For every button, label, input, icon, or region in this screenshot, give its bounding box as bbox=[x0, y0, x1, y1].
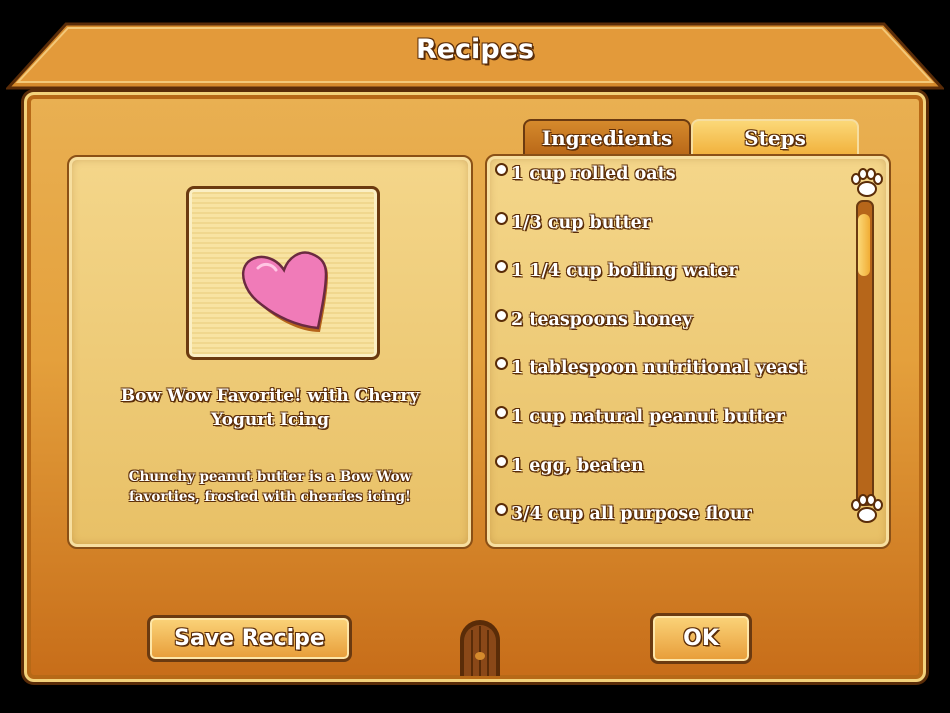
ingredient-text: 3/4 cup all purpose flour bbox=[511, 504, 752, 525]
paw-scroll-down-icon[interactable] bbox=[850, 494, 884, 524]
bullet-icon bbox=[495, 163, 508, 176]
ingredient-text: 1/3 cup butter bbox=[511, 212, 652, 233]
scrollbar-thumb[interactable] bbox=[858, 214, 870, 276]
list-item: 3/4 cup all purpose flour bbox=[495, 500, 845, 549]
list-item: 2 teaspoons honey bbox=[495, 306, 845, 355]
list-item: 1 tablespoon nutritional yeast bbox=[495, 354, 845, 403]
bullet-icon bbox=[495, 503, 508, 517]
save-recipe-button[interactable]: Save Recipe bbox=[147, 615, 352, 662]
bullet-icon bbox=[495, 405, 508, 419]
dog-door-icon bbox=[460, 620, 500, 676]
recipe-description: Chunchy peanut butter is a Bow Wow favor… bbox=[128, 469, 412, 505]
pink-heart-cookie-icon bbox=[242, 251, 328, 332]
ingredient-text: 1 tablespoon nutritional yeast bbox=[511, 358, 807, 379]
bullet-icon bbox=[495, 260, 508, 274]
list-item: 1 cup rolled oats bbox=[495, 160, 845, 209]
ingredient-text: 1 cup natural peanut butter bbox=[511, 406, 785, 427]
ingredient-text: 1 egg, beaten bbox=[511, 455, 644, 476]
ingredient-list: 1 cup rolled oats 1/3 cup butter 1 1/4 c… bbox=[495, 160, 845, 549]
recipe-name: Bow Wow Favorite! with Cherry Yogurt Ici… bbox=[120, 386, 420, 430]
bullet-icon bbox=[495, 211, 508, 225]
ingredient-text: 1 1/4 cup boiling water bbox=[511, 261, 738, 282]
bullet-icon bbox=[495, 454, 508, 468]
bullet-icon bbox=[495, 308, 508, 322]
list-item: 1 egg, beaten bbox=[495, 452, 845, 501]
list-item: 1 cup natural peanut butter bbox=[495, 403, 845, 452]
list-item: 1 1/4 cup boiling water bbox=[495, 257, 845, 306]
bullet-icon bbox=[495, 357, 508, 371]
tab-ingredients[interactable]: Ingredients bbox=[523, 119, 691, 157]
tab-steps[interactable]: Steps bbox=[691, 119, 859, 157]
window-title: Recipes bbox=[415, 34, 535, 65]
list-item: 1/3 cup butter bbox=[495, 209, 845, 258]
ok-button[interactable]: OK bbox=[650, 613, 752, 664]
paw-scroll-up-icon[interactable] bbox=[850, 168, 884, 198]
ingredient-text: 1 cup rolled oats bbox=[511, 164, 676, 184]
ingredient-text: 2 teaspoons honey bbox=[511, 309, 693, 330]
